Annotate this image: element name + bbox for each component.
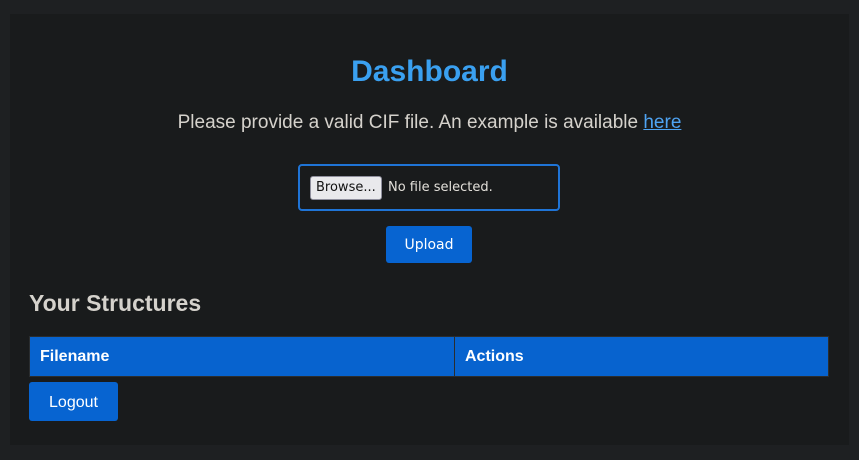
table-header-row: Filename Actions	[29, 336, 829, 377]
column-header-actions: Actions	[454, 336, 829, 377]
file-status: No file selected.	[388, 180, 493, 195]
example-link[interactable]: here	[643, 112, 681, 133]
intro-text: Please provide a valid CIF file. An exam…	[10, 111, 849, 135]
structures-table: Filename Actions	[29, 336, 829, 377]
browse-button[interactable]: Browse...	[310, 176, 382, 200]
intro-message: Please provide a valid CIF file. An exam…	[177, 112, 644, 133]
page-title: Dashboard	[351, 55, 508, 88]
logout-button[interactable]: Logout	[29, 382, 118, 421]
upload-button[interactable]: Upload	[386, 226, 472, 263]
file-input[interactable]: Browse... No file selected.	[298, 164, 560, 211]
structures-heading: Your Structures	[29, 290, 202, 316]
column-header-filename: Filename	[29, 336, 455, 377]
dashboard-container: Dashboard Please provide a valid CIF fil…	[10, 14, 849, 445]
